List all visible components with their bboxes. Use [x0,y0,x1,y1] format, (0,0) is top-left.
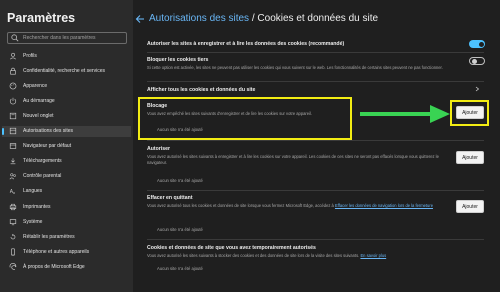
search-icon [11,34,19,42]
divider [147,140,484,141]
sidebar-item-new-tab[interactable]: Nouvel onglet [2,110,131,121]
sidebar-item-label: Profils [23,52,37,59]
allow-empty-text: Aucun site n’a été ajouté [157,178,203,183]
divider [147,52,484,53]
lock-icon [10,67,16,75]
sidebar-item-label: Système [23,218,43,225]
chevron-right-icon[interactable] [474,86,480,92]
add-allowed-site-button[interactable]: Ajouter [456,151,484,164]
clear-on-exit-description: Vous avez autorisé tous les cookies et d… [147,203,450,209]
breadcrumb-current: Cookies et données du site [257,13,379,24]
page-title: Autorisations des sites / Cookies et don… [149,13,378,24]
sidebar-item-family[interactable]: Contrôle parental [2,171,131,182]
power-icon [9,97,17,105]
allow-cookies-toggle[interactable] [469,40,485,48]
view-all-cookies-link[interactable]: Afficher tous les cookies et données du … [147,87,255,93]
sidebar-item-site-permissions[interactable]: Autorisations des sites [2,125,131,137]
sidebar-item-power[interactable]: Au démarrage [2,95,131,106]
edge-icon [9,262,17,270]
sidebar-item-label: Autorisations des sites [23,128,74,134]
temporary-description: Vous avez autorisé les sites suivants à … [147,253,477,259]
browser-icon [9,143,17,149]
temporary-desc-text: Vous avez autorisé les sites suivants à … [147,253,361,258]
block-third-party-description: Si cette option est activée, les sites n… [147,65,443,70]
sidebar-item-label: Rétablir les paramètres [23,233,75,240]
sidebar-item-system[interactable]: Système [2,216,131,227]
download-icon [10,158,16,165]
sidebar-item-label: Apparence [23,82,48,89]
sidebar-item-edge[interactable]: À propos de Microsoft Edge [2,261,131,272]
temporary-empty-text: Aucun site n’a été ajouté [157,266,203,271]
divider [147,190,484,191]
blocking-highlight-box [138,97,352,140]
sidebar-item-language[interactable]: Aa Langues [2,186,131,197]
sidebar-item-palette[interactable]: Apparence [2,80,131,91]
add-clear-on-exit-site-button[interactable]: Ajouter [456,200,484,213]
family-icon [9,173,16,180]
new-tab-icon [9,112,17,120]
sidebar-item-phone[interactable]: Téléphone et autres appareils [2,246,131,257]
sidebar-item-label: Confidentialité, recherche et services [23,67,105,74]
language-icon: Aa [10,189,15,196]
clear-on-close-link[interactable]: Effacer les données de navigation lors d… [335,203,433,208]
block-third-party-label: Bloquer les cookies tiers [147,57,209,63]
sidebar-item-download[interactable]: Téléchargements [2,156,131,167]
sidebar-item-label: Contrôle parental [23,173,62,180]
palette-icon [9,82,17,90]
printer-icon [9,203,17,210]
clear-on-exit-title: Effacer en quittant [147,195,193,201]
sidebar-item-browser[interactable]: Navigateur par défaut [2,141,131,152]
sidebar-title: Paramètres [7,11,76,25]
sidebar-item-label: Téléchargements [23,158,62,165]
button-highlight-box [450,100,489,126]
divider [147,81,484,82]
allow-cookies-label: Autoriser les sites à enregistrer et à l… [147,41,345,47]
sidebar-item-profile[interactable]: Profils [2,50,131,61]
breadcrumb-link[interactable]: Autorisations des sites [149,13,249,24]
allow-description: Vous avez autorisé les sites suivants à … [147,154,439,165]
search-input[interactable]: Rechercher dans les paramètres [7,32,127,44]
site-permissions-icon [9,127,17,135]
sidebar-item-label: Imprimantes [23,203,51,210]
sidebar-item-label: Navigateur par défaut [23,143,72,150]
clear-on-exit-empty-text: Aucun site n’a été ajouté [157,227,203,232]
sidebar-item-printer[interactable]: Imprimantes [2,201,131,212]
back-arrow-icon[interactable] [135,14,145,24]
sidebar-item-label: Nouvel onglet [23,112,54,119]
settings-sidebar: Paramètres Rechercher dans les paramètre… [0,0,133,292]
sidebar-item-reset[interactable]: Rétablir les paramètres [2,231,131,242]
profile-icon [9,52,17,59]
clear-on-exit-desc-text: Vous avez autorisé tous les cookies et d… [147,203,335,208]
learn-more-link[interactable]: En savoir plus [360,253,386,258]
system-icon [9,218,17,225]
sidebar-item-label: Langues [23,188,43,195]
divider [147,239,484,240]
svg-text:a: a [13,192,15,196]
phone-icon [11,248,15,256]
allow-title: Autoriser [147,146,171,152]
temporary-title: Cookies et données de site que vous avez… [147,245,316,251]
sidebar-item-label: Au démarrage [23,97,55,104]
block-third-party-toggle[interactable] [469,57,485,65]
reset-icon [10,233,16,239]
sidebar-item-label: À propos de Microsoft Edge [23,263,85,270]
sidebar-item-lock[interactable]: Confidentialité, recherche et services [2,65,131,76]
search-placeholder: Rechercher dans les paramètres [23,35,96,41]
arrow-right-icon [360,105,450,123]
sidebar-item-label: Téléphone et autres appareils [23,248,90,255]
